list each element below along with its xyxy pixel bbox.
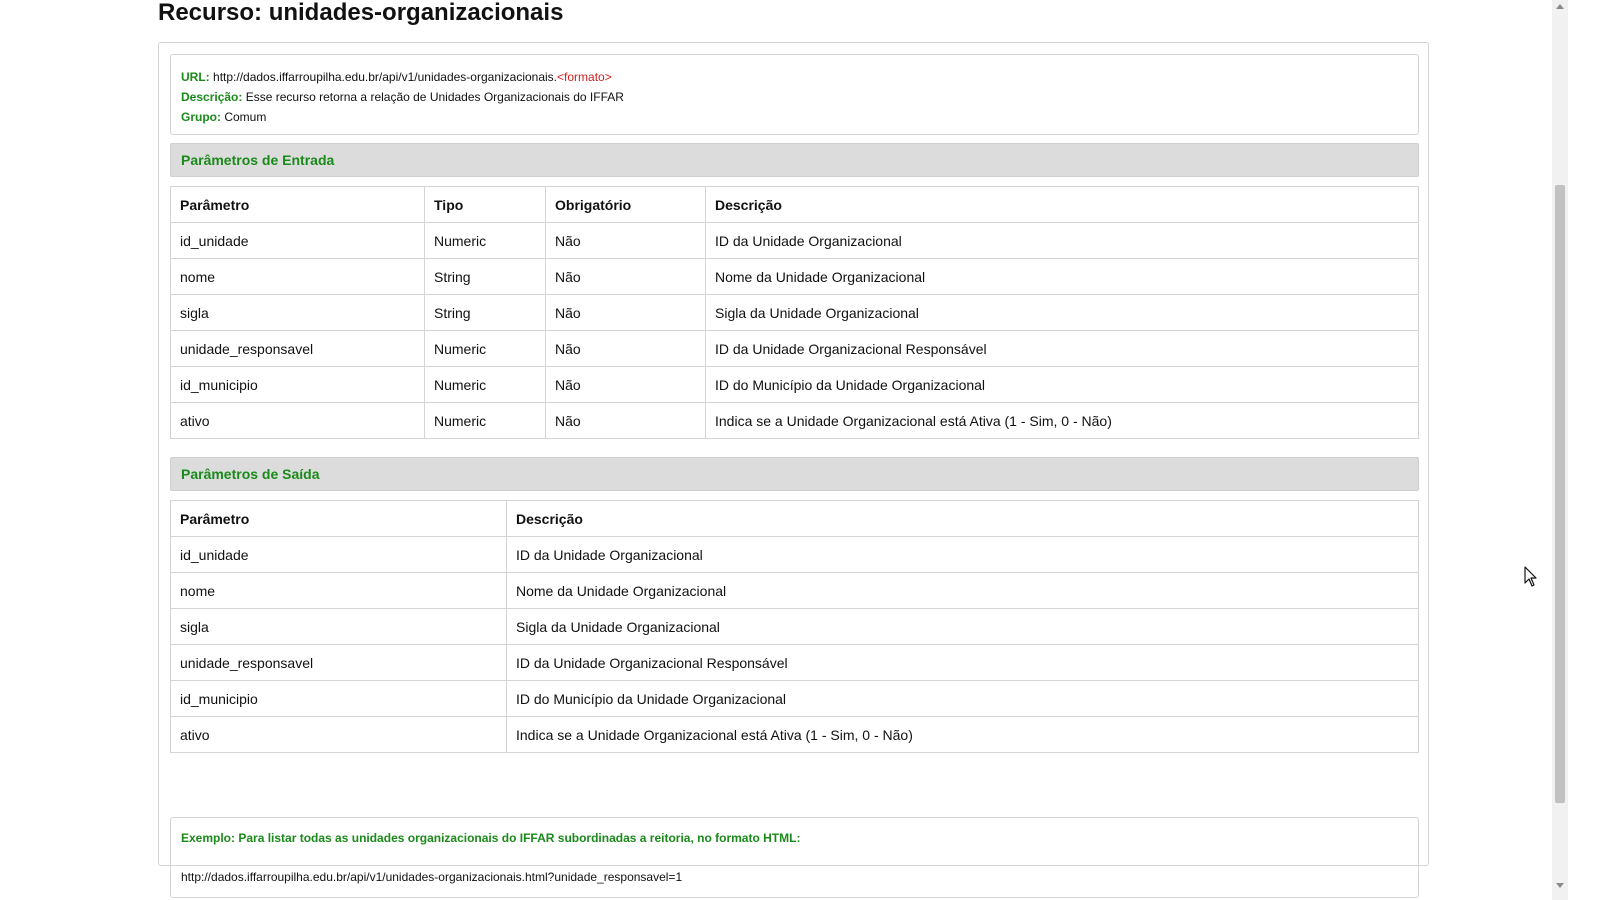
vertical-scrollbar[interactable] bbox=[1552, 0, 1568, 900]
page: Recurso: unidades-organizacionais URL: h… bbox=[0, 0, 1600, 900]
table-row: nome String Não Nome da Unidade Organiza… bbox=[170, 258, 1419, 295]
grupo-line: Grupo: Comum bbox=[181, 107, 1408, 127]
scroll-up-icon[interactable] bbox=[1556, 4, 1564, 9]
table-cell: id_municipio bbox=[170, 680, 507, 717]
table-row: id_unidade Numeric Não ID da Unidade Org… bbox=[170, 222, 1419, 259]
table-cell: String bbox=[424, 294, 546, 331]
table-row: id_unidade ID da Unidade Organizacional bbox=[170, 536, 1419, 573]
table-row: unidade_responsavel Numeric Não ID da Un… bbox=[170, 330, 1419, 367]
table-cell: Não bbox=[545, 258, 706, 295]
grupo-label: Grupo: bbox=[181, 110, 221, 124]
page-title: Recurso: unidades-organizacionais bbox=[158, 0, 564, 26]
table-cell: Indica se a Unidade Organizacional está … bbox=[506, 716, 1419, 753]
saida-table: Parâmetro Descrição id_unidade ID da Uni… bbox=[170, 500, 1419, 753]
table-cell: nome bbox=[170, 572, 507, 609]
resource-panel: URL: http://dados.iffarroupilha.edu.br/a… bbox=[158, 42, 1429, 898]
table-cell: Não bbox=[545, 366, 706, 403]
table-row: id_municipio ID do Município da Unidade … bbox=[170, 680, 1419, 717]
table-cell: id_unidade bbox=[170, 536, 507, 573]
table-row: id_municipio Numeric Não ID do Município… bbox=[170, 366, 1419, 403]
table-row: ativo Indica se a Unidade Organizacional… bbox=[170, 716, 1419, 753]
table-cell: ID da Unidade Organizacional bbox=[506, 536, 1419, 573]
example-url[interactable]: http://dados.iffarroupilha.edu.br/api/v1… bbox=[181, 868, 1408, 886]
table-header-row: Parâmetro Descrição bbox=[170, 500, 1419, 537]
entrada-table: Parâmetro Tipo Obrigatório Descrição id_… bbox=[170, 186, 1419, 439]
table-cell: ID do Município da Unidade Organizaciona… bbox=[705, 366, 1419, 403]
table-cell: Numeric bbox=[424, 330, 546, 367]
resource-info: URL: http://dados.iffarroupilha.edu.br/a… bbox=[170, 54, 1419, 135]
url-line: URL: http://dados.iffarroupilha.edu.br/a… bbox=[181, 67, 1408, 87]
scrollbar-thumb[interactable] bbox=[1555, 185, 1565, 803]
table-cell: Não bbox=[545, 330, 706, 367]
table-cell: ativo bbox=[170, 402, 425, 439]
table-header-row: Parâmetro Tipo Obrigatório Descrição bbox=[170, 186, 1419, 223]
descricao-value: Esse recurso retorna a relação de Unidad… bbox=[245, 90, 624, 104]
table-cell: ID da Unidade Organizacional Responsável bbox=[506, 644, 1419, 681]
table-row: unidade_responsavel ID da Unidade Organi… bbox=[170, 644, 1419, 681]
url-value: http://dados.iffarroupilha.edu.br/api/v1… bbox=[213, 70, 558, 84]
descricao-line: Descrição: Esse recurso retorna a relaçã… bbox=[181, 87, 1408, 107]
table-cell: sigla bbox=[170, 294, 425, 331]
table-cell: String bbox=[424, 258, 546, 295]
example-title: Exemplo: Para listar todas as unidades o… bbox=[181, 831, 801, 845]
section-header-entrada: Parâmetros de Entrada bbox=[170, 143, 1419, 177]
table-cell: Nome da Unidade Organizacional bbox=[506, 572, 1419, 609]
table-cell: Numeric bbox=[424, 366, 546, 403]
grupo-value: Comum bbox=[224, 110, 267, 124]
example-box: Exemplo: Para listar todas as unidades o… bbox=[170, 817, 1419, 898]
table-cell: unidade_responsavel bbox=[170, 644, 507, 681]
table-cell: sigla bbox=[170, 608, 507, 645]
column-header: Obrigatório bbox=[545, 186, 706, 223]
table-cell: Numeric bbox=[424, 402, 546, 439]
url-format: <formato> bbox=[557, 70, 612, 84]
table-cell: ID da Unidade Organizacional Responsável bbox=[705, 330, 1419, 367]
table-cell: id_municipio bbox=[170, 366, 425, 403]
descricao-label: Descrição: bbox=[181, 90, 243, 104]
scroll-down-icon[interactable] bbox=[1556, 883, 1564, 888]
section-header-saida: Parâmetros de Saída bbox=[170, 457, 1419, 491]
column-header: Descrição bbox=[506, 500, 1419, 537]
table-cell: ID da Unidade Organizacional bbox=[705, 222, 1419, 259]
table-cell: Não bbox=[545, 402, 706, 439]
column-header: Descrição bbox=[705, 186, 1419, 223]
table-row: sigla String Não Sigla da Unidade Organi… bbox=[170, 294, 1419, 331]
table-cell: Não bbox=[545, 294, 706, 331]
table-cell: Sigla da Unidade Organizacional bbox=[506, 608, 1419, 645]
table-cell: unidade_responsavel bbox=[170, 330, 425, 367]
table-row: ativo Numeric Não Indica se a Unidade Or… bbox=[170, 402, 1419, 439]
mouse-pointer-icon bbox=[1524, 566, 1537, 587]
table-cell: Nome da Unidade Organizacional bbox=[705, 258, 1419, 295]
table-cell: ativo bbox=[170, 716, 507, 753]
column-header: Parâmetro bbox=[170, 500, 507, 537]
table-row: sigla Sigla da Unidade Organizacional bbox=[170, 608, 1419, 645]
table-cell: ID do Município da Unidade Organizaciona… bbox=[506, 680, 1419, 717]
table-cell: Sigla da Unidade Organizacional bbox=[705, 294, 1419, 331]
column-header: Tipo bbox=[424, 186, 546, 223]
column-header: Parâmetro bbox=[170, 186, 425, 223]
table-cell: Numeric bbox=[424, 222, 546, 259]
table-row: nome Nome da Unidade Organizacional bbox=[170, 572, 1419, 609]
table-cell: nome bbox=[170, 258, 425, 295]
table-cell: id_unidade bbox=[170, 222, 425, 259]
url-label: URL: bbox=[181, 70, 210, 84]
table-cell: Não bbox=[545, 222, 706, 259]
table-cell: Indica se a Unidade Organizacional está … bbox=[705, 402, 1419, 439]
